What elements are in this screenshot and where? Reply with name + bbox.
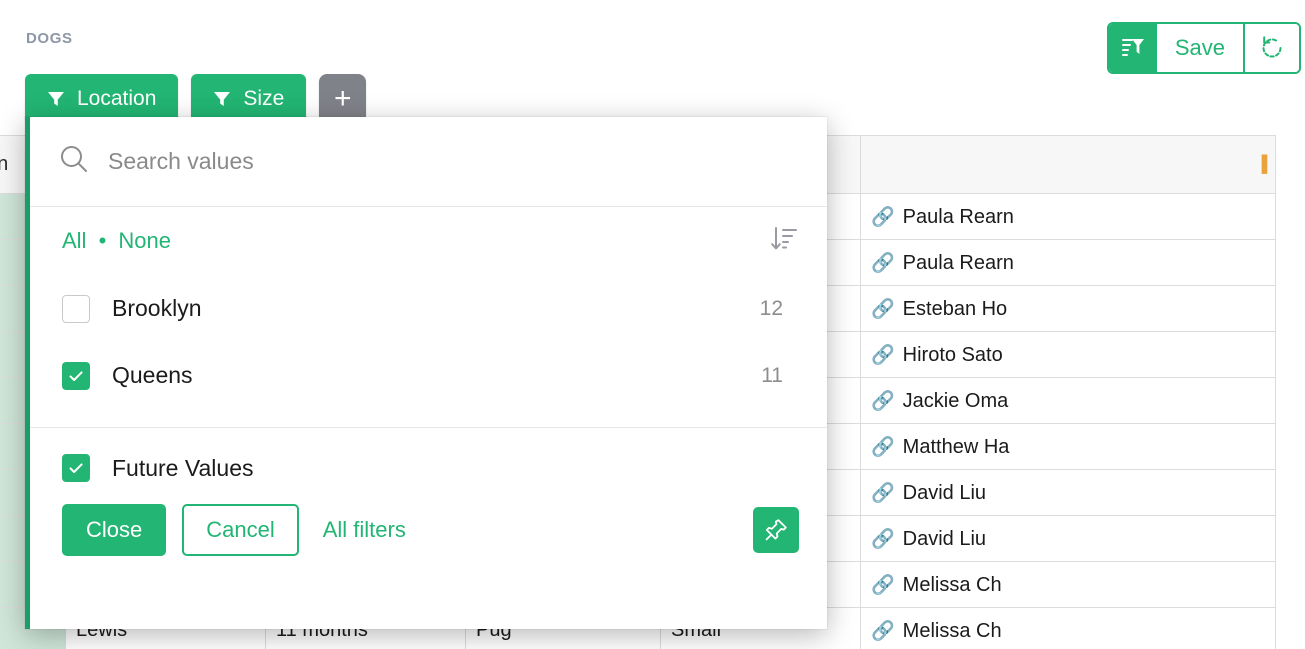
checkbox-future-values[interactable] xyxy=(62,454,90,482)
app-root: DOGS Save Location xyxy=(0,0,1305,649)
select-none-link[interactable]: None xyxy=(118,228,171,253)
checkbox-queens[interactable] xyxy=(62,362,90,390)
panel-search-row xyxy=(30,117,827,207)
funnel-icon xyxy=(47,90,65,108)
page-title: DOGS xyxy=(26,30,73,47)
save-button-label: Save xyxy=(1175,35,1225,61)
save-button[interactable]: Save xyxy=(1157,24,1245,72)
select-all-none-links: All • None xyxy=(62,228,171,254)
link-icon: 🔗 xyxy=(871,529,895,550)
checkbox-brooklyn[interactable] xyxy=(62,295,90,323)
cell-owner[interactable]: 🔗David Liu xyxy=(861,516,1276,562)
search-values-input[interactable] xyxy=(108,148,799,175)
filter-value-count: 11 xyxy=(761,364,783,388)
cell-owner[interactable]: 🔗Matthew Ha xyxy=(861,424,1276,470)
link-icon: 🔗 xyxy=(871,575,895,596)
link-icon: 🔗 xyxy=(871,621,895,642)
filter-list-button[interactable] xyxy=(1109,24,1157,72)
filter-value-count: 12 xyxy=(760,297,783,321)
future-values-row[interactable]: Future Values xyxy=(30,428,827,482)
cell-owner[interactable]: 🔗Hiroto Sato xyxy=(861,332,1276,378)
column-sort-indicator-icon: ▌ xyxy=(1262,156,1273,174)
all-none-separator: • xyxy=(99,228,107,253)
filter-chip-size-label: Size xyxy=(243,87,284,111)
cell-owner[interactable]: 🔗Paula Rearn xyxy=(861,194,1276,240)
cell-owner[interactable]: 🔗Esteban Ho xyxy=(861,286,1276,332)
filter-dropdown-panel: All • None Brooklyn 12 xyxy=(25,117,827,629)
filter-value-row-brooklyn[interactable]: Brooklyn 12 xyxy=(62,275,799,342)
funnel-icon xyxy=(213,90,231,108)
link-icon: 🔗 xyxy=(871,391,895,412)
reset-icon xyxy=(1258,34,1286,62)
search-icon xyxy=(58,143,90,180)
link-icon: 🔗 xyxy=(871,345,895,366)
link-icon: 🔗 xyxy=(871,437,895,458)
link-icon: 🔗 xyxy=(871,483,895,504)
sort-descending-icon[interactable] xyxy=(769,224,799,259)
plus-icon: + xyxy=(334,82,352,116)
filter-values-list: Brooklyn 12 Queens 11 xyxy=(30,275,827,409)
cancel-button[interactable]: Cancel xyxy=(182,504,298,556)
link-icon: 🔗 xyxy=(871,253,895,274)
filter-list-icon xyxy=(1120,35,1146,61)
pin-button[interactable] xyxy=(753,507,799,553)
filter-value-label: Brooklyn xyxy=(112,295,760,322)
reset-button[interactable] xyxy=(1245,24,1299,72)
cell-owner[interactable]: 🔗David Liu xyxy=(861,470,1276,516)
panel-footer: Close Cancel All filters xyxy=(30,482,827,556)
all-filters-link[interactable]: All filters xyxy=(323,517,406,543)
select-all-link[interactable]: All xyxy=(62,228,86,253)
check-icon xyxy=(67,459,85,477)
filter-value-row-queens[interactable]: Queens 11 xyxy=(62,342,799,409)
future-values-label: Future Values xyxy=(112,455,253,482)
link-icon: 🔗 xyxy=(871,299,895,320)
close-button[interactable]: Close xyxy=(62,504,166,556)
cell-owner[interactable]: 🔗Melissa Ch xyxy=(861,562,1276,608)
filter-value-label: Queens xyxy=(112,362,761,389)
cell-owner[interactable]: 🔗Melissa Ch xyxy=(861,608,1276,649)
cell-owner[interactable]: 🔗Paula Rearn xyxy=(861,240,1276,286)
filter-chip-location-label: Location xyxy=(77,87,156,111)
check-icon xyxy=(67,367,85,385)
panel-all-none-row: All • None xyxy=(30,207,827,275)
pin-icon xyxy=(763,517,789,543)
top-toolbar: Save xyxy=(1107,22,1301,74)
link-icon: 🔗 xyxy=(871,207,895,228)
column-header-owner[interactable]: ▌ xyxy=(861,136,1276,194)
cell-owner[interactable]: 🔗Jackie Oma xyxy=(861,378,1276,424)
